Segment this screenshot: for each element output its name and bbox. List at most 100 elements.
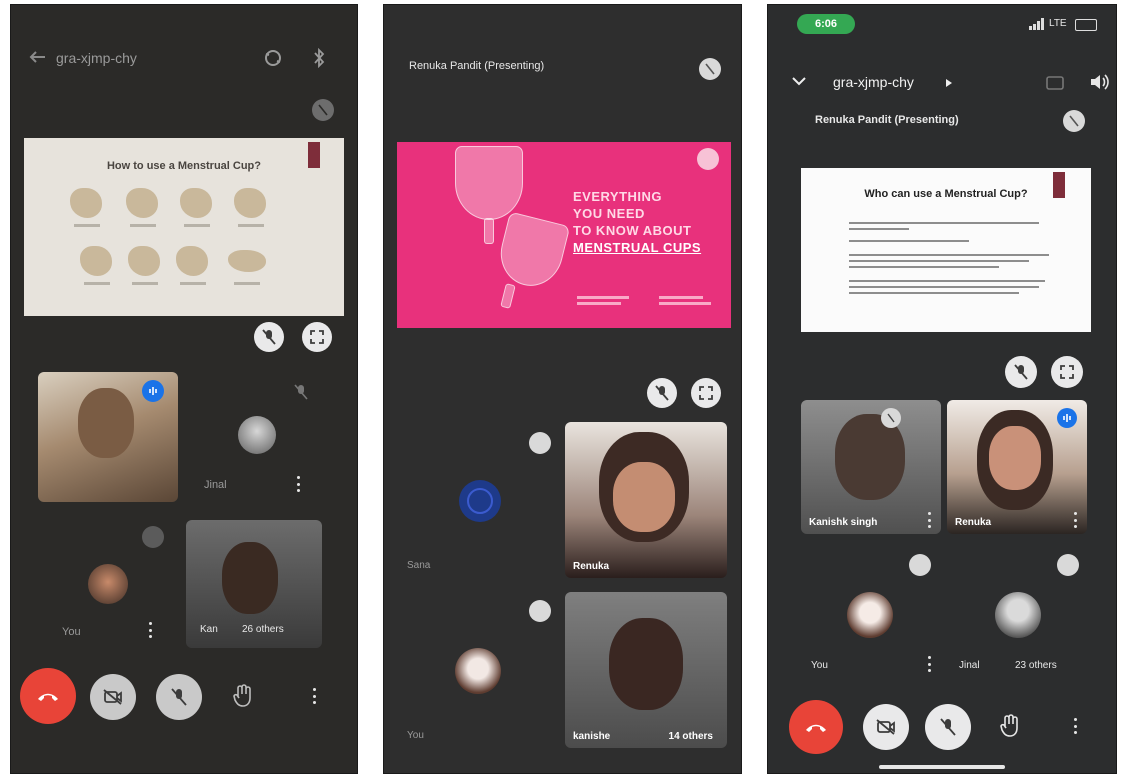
others-count: 14 others	[668, 731, 713, 742]
end-call-button[interactable]	[789, 700, 843, 754]
participant-avatar	[459, 480, 501, 522]
slide-headline: EVERYTHING YOU NEED TO KNOW ABOUT MENSTR…	[573, 188, 701, 256]
fold-illustration	[228, 250, 266, 272]
slide-headline-line: YOU NEED	[573, 206, 645, 221]
fullscreen-button[interactable]	[691, 378, 721, 408]
participant-video-tile[interactable]: Kanishk singh	[801, 400, 941, 534]
participant-face	[78, 388, 134, 458]
back-arrow-icon[interactable]	[28, 50, 46, 64]
menstrual-cup-stem	[484, 218, 494, 244]
camera-off-button[interactable]	[863, 704, 909, 750]
slide-title: Who can use a Menstrual Cup?	[864, 188, 1028, 200]
mic-off-indicator	[881, 408, 901, 428]
fullscreen-button[interactable]	[1051, 356, 1083, 388]
camera-off-button[interactable]	[90, 674, 136, 720]
participant-video-tile[interactable]: Renuka	[565, 422, 727, 578]
switch-camera-icon[interactable]	[262, 48, 284, 68]
illustration-label	[238, 224, 264, 227]
mic-off-icon	[294, 384, 308, 400]
menstrual-cup-stem	[500, 283, 516, 309]
bluetooth-icon[interactable]	[312, 48, 326, 68]
slide-text-line	[849, 254, 1049, 256]
illustration-label	[180, 282, 206, 285]
self-avatar	[88, 564, 128, 604]
participant-avatar	[995, 592, 1041, 638]
illustration-label	[130, 224, 156, 227]
more-vert-icon[interactable]	[1073, 718, 1077, 734]
presenter-mic-off-indicator	[1063, 110, 1085, 132]
mic-off-indicator	[142, 526, 164, 548]
slide-text-line	[849, 292, 1019, 294]
participant-avatar	[238, 416, 276, 454]
end-call-button[interactable]	[20, 668, 76, 724]
slide-text-line	[849, 228, 909, 230]
participant-video-tile[interactable]: Kan 26 others	[186, 520, 322, 648]
slide-headline-line: EVERYTHING	[573, 189, 663, 204]
mic-off-button[interactable]	[156, 674, 202, 720]
brand-logo	[697, 148, 719, 170]
slide-text-line	[849, 260, 1029, 262]
more-vert-icon[interactable]	[927, 656, 931, 672]
illustration-label	[132, 282, 158, 285]
more-vert-icon[interactable]	[1073, 512, 1077, 528]
chevron-down-icon[interactable]	[791, 76, 807, 86]
slide-headline-line: TO KNOW ABOUT	[573, 223, 692, 238]
presentation-slide: How to use a Menstrual Cup?	[24, 138, 344, 316]
speaker-icon[interactable]	[1089, 72, 1109, 92]
slide-title: How to use a Menstrual Cup?	[106, 160, 261, 172]
participant-video-tile[interactable]: kanishe 14 others	[565, 592, 727, 748]
battery-icon	[1075, 19, 1097, 31]
speaking-indicator-icon	[142, 380, 164, 402]
status-time-pill: 6:06	[797, 14, 855, 34]
slide-footer-text	[577, 302, 621, 305]
presenter-label: Renuka Pandit (Presenting)	[815, 114, 959, 126]
participant-name: Sana	[407, 560, 431, 571]
fold-illustration	[180, 188, 212, 218]
more-vert-icon[interactable]	[296, 476, 300, 492]
raise-hand-icon[interactable]	[999, 714, 1021, 738]
switch-camera-icon[interactable]	[1045, 74, 1065, 92]
self-name: You	[407, 730, 424, 741]
illustration-label	[234, 282, 260, 285]
raise-hand-icon[interactable]	[232, 684, 254, 708]
slide-footer-text	[659, 302, 711, 305]
more-vert-icon[interactable]	[312, 688, 316, 704]
fold-illustration	[70, 188, 102, 218]
participant-face	[989, 426, 1041, 490]
mic-off-button[interactable]	[1005, 356, 1037, 388]
slide-highlight: MENSTRUAL CUPS	[573, 240, 702, 255]
self-avatar	[847, 592, 893, 638]
more-vert-icon[interactable]	[148, 622, 152, 638]
meeting-code[interactable]: gra-xjmp-chy	[833, 74, 914, 90]
signal-icon	[1029, 18, 1045, 30]
others-count: 26 others	[242, 624, 284, 635]
presentation-slide: Who can use a Menstrual Cup?	[801, 168, 1091, 332]
mic-off-indicator	[909, 554, 931, 576]
mic-off-button[interactable]	[647, 378, 677, 408]
chevron-right-icon[interactable]	[945, 78, 953, 88]
self-name: You	[62, 626, 81, 638]
participant-name: kanishe	[573, 731, 611, 742]
self-name: You	[811, 660, 828, 671]
slide-text-line	[849, 280, 1045, 282]
speaking-indicator-icon	[1057, 408, 1077, 428]
fold-illustration	[234, 188, 266, 218]
home-indicator[interactable]	[879, 765, 1005, 769]
phone-screen-1: gra-xjmp-chy How to use a Menstrual Cup?	[10, 4, 358, 774]
slide-text-line	[849, 240, 969, 242]
participant-name: Jinal	[204, 479, 227, 491]
participant-name: Kan	[200, 624, 218, 635]
mic-off-indicator	[529, 432, 551, 454]
more-vert-icon[interactable]	[927, 512, 931, 528]
meeting-code[interactable]: gra-xjmp-chy	[56, 50, 137, 66]
mic-off-indicator	[529, 600, 551, 622]
fullscreen-button[interactable]	[302, 322, 332, 352]
mic-off-button[interactable]	[925, 704, 971, 750]
participant-face	[222, 542, 278, 614]
mic-off-button[interactable]	[254, 322, 284, 352]
mic-off-indicator	[1057, 554, 1079, 576]
participant-face	[613, 462, 675, 532]
others-count: 23 others	[1015, 660, 1057, 671]
participant-face	[609, 618, 683, 710]
slide-footer-text	[577, 296, 629, 299]
